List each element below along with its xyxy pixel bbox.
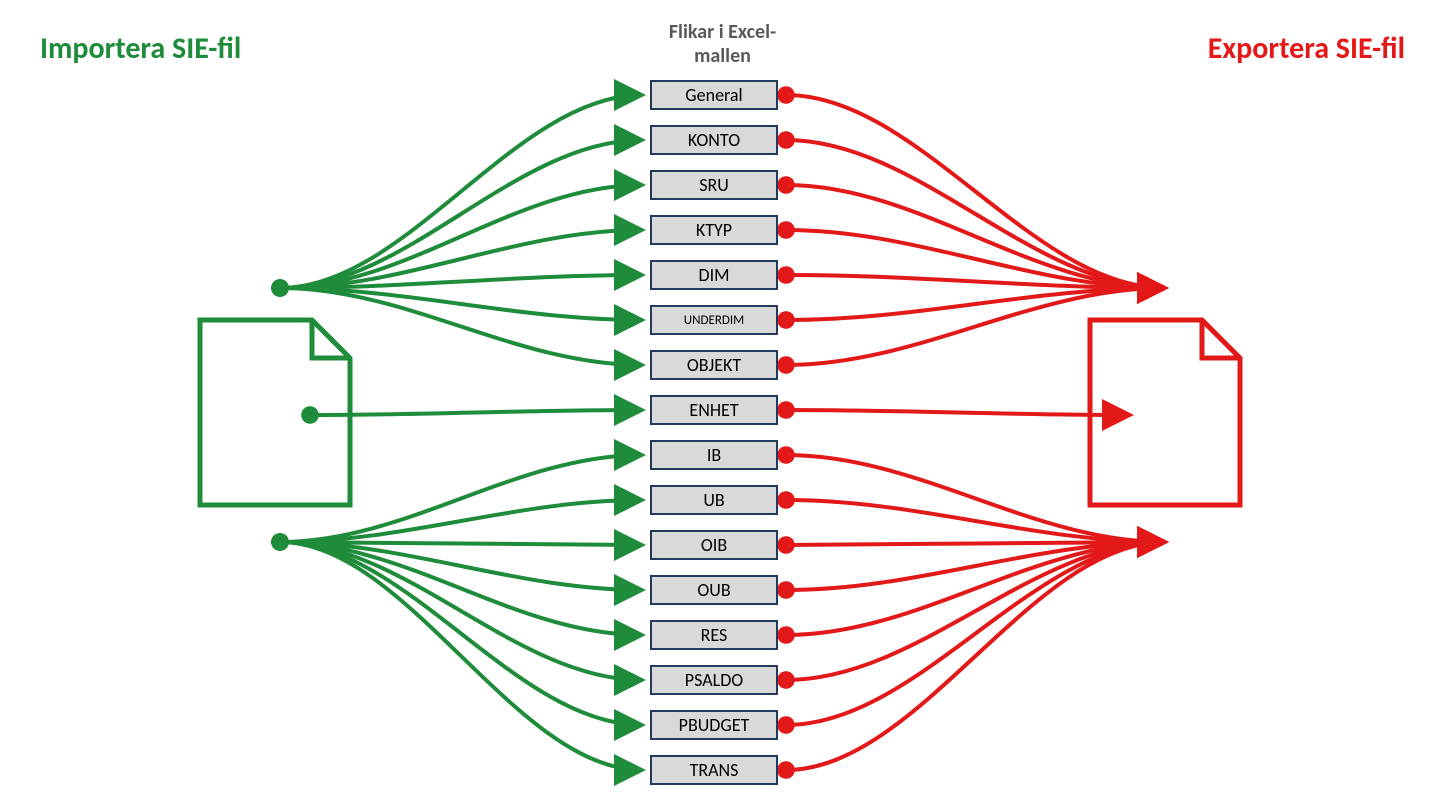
sie-diagram: Importera SIE-fil Exportera SIE-fil Flik… [0, 0, 1445, 796]
import-arrow-4 [280, 275, 642, 288]
export-arrow-9 [786, 500, 1165, 542]
import-arrow-3 [280, 230, 642, 288]
tab-underdim: UNDERDIM [650, 305, 778, 335]
export-arrow-12 [786, 542, 1165, 635]
tab-pbudget: PBUDGET [650, 710, 778, 740]
import-arrow-2 [280, 185, 642, 288]
import-arrow-11 [280, 542, 642, 590]
tab-ktyp: KTYP [650, 215, 778, 245]
import-title: Importera SIE-fil [40, 30, 241, 67]
import-arrow-10 [280, 542, 642, 545]
import-arrow-0 [280, 95, 642, 288]
export-arrow-6 [786, 288, 1165, 365]
tab-sru: SRU [650, 170, 778, 200]
right-file-icon [1090, 320, 1240, 505]
tab-oub: OUB [650, 575, 778, 605]
import-arrow-9 [280, 500, 642, 542]
export-arrow-2 [786, 185, 1165, 288]
import-arrow-7 [310, 410, 642, 415]
import-arrow-13 [280, 542, 642, 680]
import-arrow-12 [280, 542, 642, 635]
tab-enhet: ENHET [650, 395, 778, 425]
tab-trans: TRANS [650, 755, 778, 785]
import-arrow-8 [280, 455, 642, 542]
tab-ub: UB [650, 485, 778, 515]
tab-psaldo: PSALDO [650, 665, 778, 695]
tab-konto: KONTO [650, 125, 778, 155]
export-arrow-13 [786, 542, 1165, 680]
export-title: Exportera SIE-fil [1208, 30, 1405, 67]
export-arrow-8 [786, 455, 1165, 542]
import-arrow-14 [280, 542, 642, 725]
export-arrow-1 [786, 140, 1165, 288]
center-title: Flikar i Excel- mallen [669, 20, 776, 68]
import-arrow-5 [280, 288, 642, 320]
tab-general: General [650, 80, 778, 110]
export-arrow-4 [786, 275, 1165, 288]
export-arrow-14 [786, 542, 1165, 725]
tab-res: RES [650, 620, 778, 650]
import-arrow-1 [280, 140, 642, 288]
import-arrow-6 [280, 288, 642, 365]
left-file-icon [200, 320, 350, 505]
export-arrow-7 [786, 410, 1130, 415]
import-arrow-15 [280, 542, 642, 770]
export-arrow-3 [786, 230, 1165, 288]
export-arrow-15 [786, 542, 1165, 770]
export-arrow-5 [786, 288, 1165, 320]
tab-dim: DIM [650, 260, 778, 290]
export-arrow-0 [786, 95, 1165, 288]
export-arrow-10 [786, 542, 1165, 545]
tab-oib: OIB [650, 530, 778, 560]
tab-objekt: OBJEKT [650, 350, 778, 380]
export-arrow-11 [786, 542, 1165, 590]
tab-ib: IB [650, 440, 778, 470]
